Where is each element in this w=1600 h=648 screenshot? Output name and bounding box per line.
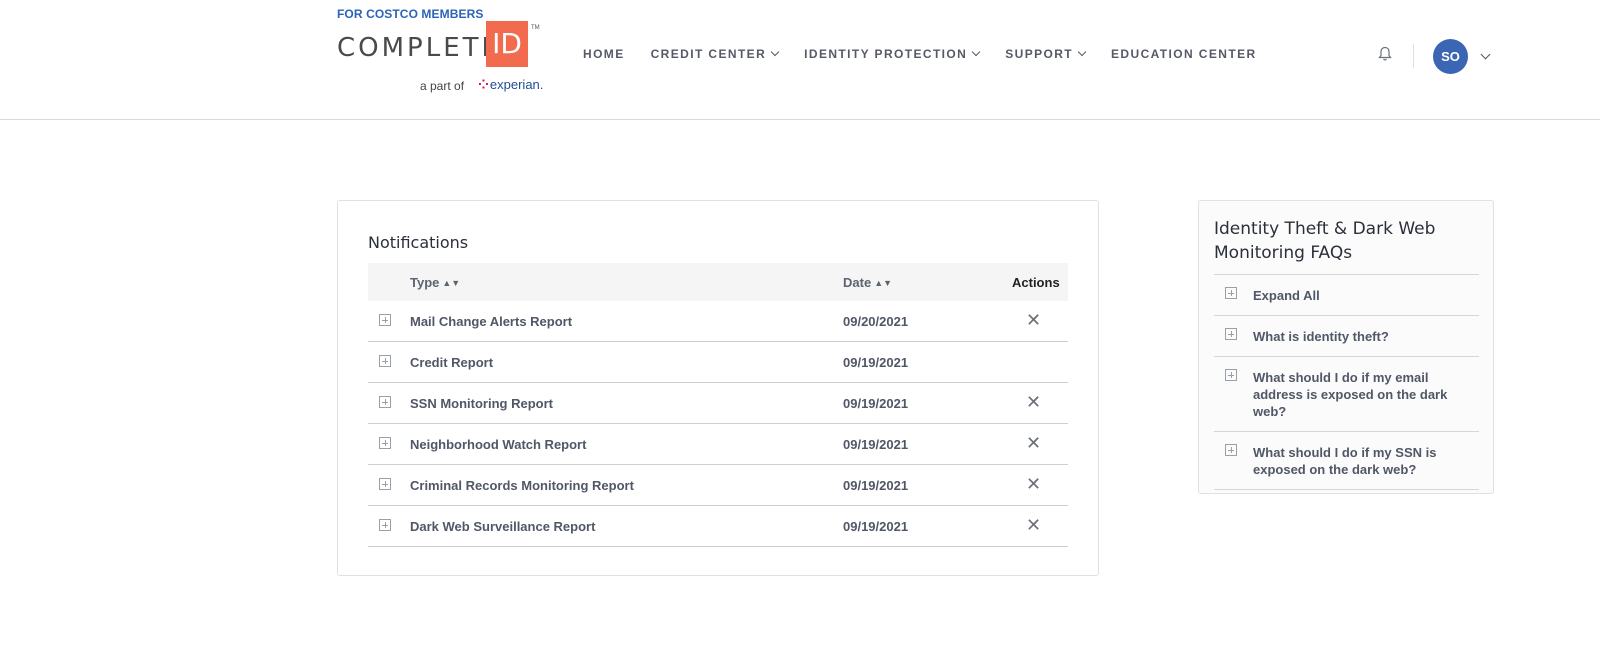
expand-icon[interactable] — [379, 437, 391, 449]
faq-card: Identity Theft & Dark Web Monitoring FAQ… — [1198, 200, 1494, 494]
header-divider — [1413, 44, 1414, 68]
nav-education-center[interactable]: EDUCATION CENTER — [1111, 47, 1257, 61]
bell-icon[interactable] — [1378, 46, 1392, 62]
nav-support-label: SUPPORT — [1005, 47, 1074, 61]
complete-id-logo[interactable]: FOR COSTCO MEMBERS COMPLETE ID TM a part… — [337, 7, 547, 99]
faq-item[interactable]: What is identity theft? — [1214, 316, 1479, 357]
expand-icon — [1225, 444, 1237, 456]
faq-title: Identity Theft & Dark Web Monitoring FAQ… — [1214, 219, 1436, 263]
experian-dots-icon: ⁘ — [478, 77, 489, 92]
site-header: FOR COSTCO MEMBERS COMPLETE ID TM a part… — [0, 0, 1600, 120]
chevron-down-icon[interactable] — [1480, 49, 1491, 60]
table-row: Neighborhood Watch Report 09/19/2021 ✕ — [368, 424, 1068, 465]
faq-item-label: What is identity theft? — [1253, 329, 1389, 344]
dismiss-icon[interactable]: ✕ — [1026, 310, 1041, 330]
expand-icon[interactable] — [379, 519, 391, 531]
notification-date: 09/19/2021 — [843, 519, 909, 534]
notification-type[interactable]: Dark Web Surveillance Report — [410, 519, 595, 534]
notification-date: 09/19/2021 — [843, 396, 909, 411]
table-row: SSN Monitoring Report 09/19/2021 ✕ — [368, 383, 1068, 424]
nav-identity-protection-label: IDENTITY PROTECTION — [804, 47, 968, 61]
expand-icon[interactable] — [379, 396, 391, 408]
column-header-actions: Actions — [1012, 275, 1060, 290]
nav-education-center-label: EDUCATION CENTER — [1111, 47, 1257, 61]
nav-home[interactable]: HOME — [583, 47, 625, 61]
dismiss-icon[interactable]: ✕ — [1026, 433, 1041, 453]
chevron-down-icon — [971, 47, 981, 57]
faq-item[interactable]: What should I do if my email address is … — [1214, 357, 1479, 432]
sort-icon: ▲▼ — [874, 278, 893, 288]
notification-date: 09/19/2021 — [843, 437, 909, 452]
nav-credit-center-label: CREDIT CENTER — [650, 47, 767, 61]
notification-date: 09/19/2021 — [843, 355, 909, 370]
expand-icon[interactable] — [379, 478, 391, 490]
table-row: Mail Change Alerts Report 09/20/2021 ✕ — [368, 301, 1068, 342]
expand-icon — [1225, 328, 1237, 340]
notifications-table: Type ▲▼ Date ▲▼ Actions Mail Change Alerts… — [368, 263, 1068, 547]
faq-list: Expand All What is identity theft? What … — [1214, 274, 1479, 490]
faq-expand-all[interactable]: Expand All — [1214, 275, 1479, 316]
expand-icon — [1225, 369, 1237, 381]
expand-icon[interactable] — [379, 314, 391, 326]
column-header-date[interactable]: Date ▲▼ — [843, 275, 892, 290]
column-type-label: Type — [410, 275, 440, 290]
notification-type[interactable]: SSN Monitoring Report — [410, 396, 553, 411]
notification-type[interactable]: Credit Report — [410, 355, 493, 370]
nav-support[interactable]: SUPPORT — [1005, 47, 1087, 61]
table-row: Credit Report 09/19/2021 — [368, 342, 1068, 383]
dismiss-icon[interactable]: ✕ — [1026, 515, 1041, 535]
table-row: Dark Web Surveillance Report 09/19/2021 … — [368, 506, 1068, 547]
chevron-down-icon — [1077, 47, 1087, 57]
faq-item[interactable]: What should I do if my SSN is exposed on… — [1214, 432, 1479, 490]
notification-date: 09/19/2021 — [843, 478, 909, 493]
avatar[interactable]: SO — [1433, 39, 1468, 74]
nav-identity-protection[interactable]: IDENTITY PROTECTION — [804, 47, 981, 61]
nav-credit-center[interactable]: CREDIT CENTER — [650, 47, 780, 61]
notifications-title: Notifications — [368, 233, 469, 252]
notifications-card: Notifications Type ▲▼ Date ▲▼ Actions Mail… — [337, 200, 1099, 576]
nav-home-label: HOME — [583, 47, 625, 61]
notification-type[interactable]: Criminal Records Monitoring Report — [410, 478, 634, 493]
costco-members-label: FOR COSTCO MEMBERS — [337, 7, 484, 21]
notification-type[interactable]: Neighborhood Watch Report — [410, 437, 586, 452]
part-of-label: a part of — [420, 79, 465, 93]
table-row: Criminal Records Monitoring Report 09/19… — [368, 465, 1068, 506]
experian-wordmark: experian. — [489, 77, 544, 92]
dismiss-icon[interactable]: ✕ — [1026, 392, 1041, 412]
dismiss-icon[interactable]: ✕ — [1026, 474, 1041, 494]
sort-icon: ▲▼ — [442, 278, 461, 288]
chevron-down-icon — [770, 47, 780, 57]
expand-icon — [1225, 287, 1237, 299]
brand-id-box: ID — [486, 21, 528, 67]
faq-item-label: What should I do if my SSN is exposed on… — [1253, 445, 1437, 477]
main-nav: HOME CREDIT CENTER IDENTITY PROTECTION S… — [583, 47, 1283, 61]
faq-item-label: Expand All — [1253, 288, 1320, 303]
notification-type[interactable]: Mail Change Alerts Report — [410, 314, 572, 329]
column-header-type[interactable]: Type ▲▼ — [410, 275, 460, 290]
brand-word: COMPLETE — [337, 33, 501, 63]
faq-item-label: What should I do if my email address is … — [1253, 370, 1448, 419]
trademark-mark: TM — [531, 25, 540, 31]
expand-icon[interactable] — [379, 355, 391, 367]
notification-date: 09/20/2021 — [843, 314, 909, 329]
experian-logo: ⁘experian. — [478, 77, 543, 93]
table-header: Type ▲▼ Date ▲▼ Actions — [368, 263, 1068, 301]
column-date-label: Date — [843, 275, 872, 290]
